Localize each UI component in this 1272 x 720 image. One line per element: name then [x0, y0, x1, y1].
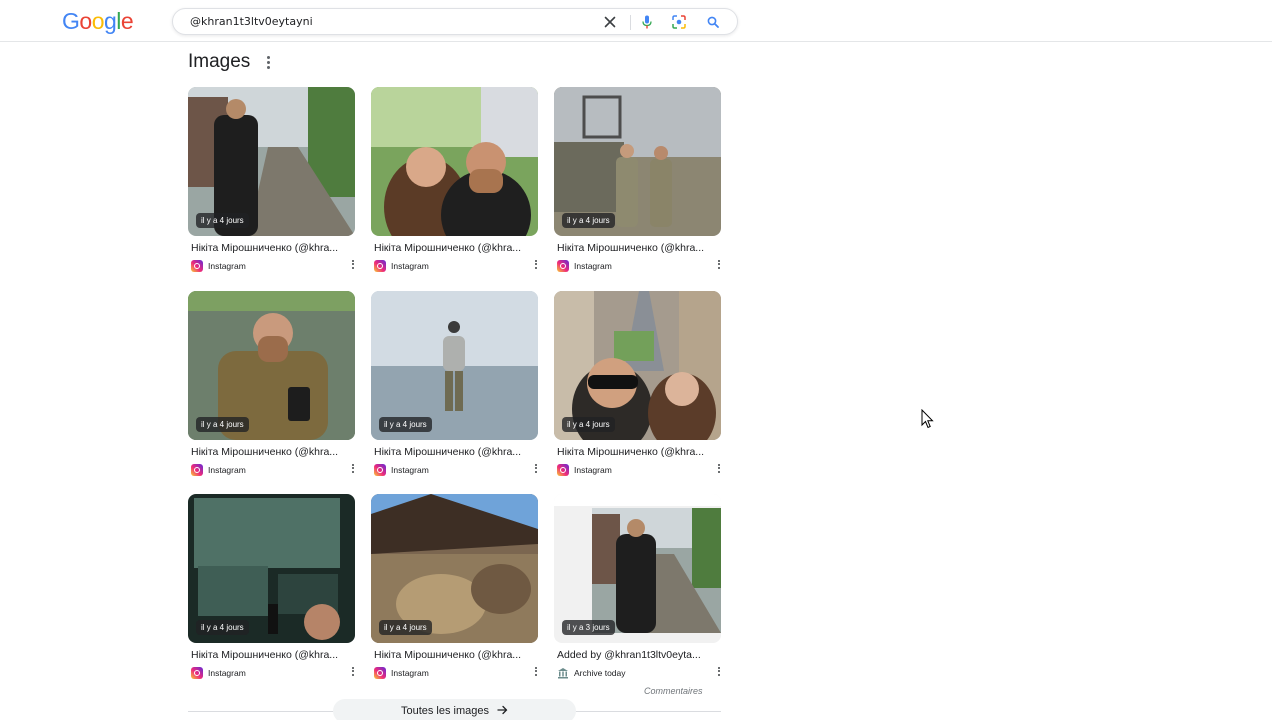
- image-thumbnail[interactable]: il y a 4 jours: [188, 291, 355, 440]
- thumbnail-picture: [371, 87, 538, 236]
- archive-icon: [557, 667, 569, 679]
- image-result[interactable]: il y a 4 jours Нікіта Мірошниченко (@khra…: [188, 87, 355, 272]
- search-icon[interactable]: [704, 13, 722, 31]
- logo-letter: o: [91, 8, 105, 34]
- source-label: Instagram: [574, 260, 612, 271]
- google-logo[interactable]: Google: [62, 8, 134, 35]
- image-title[interactable]: Нікіта Мірошниченко (@khra...: [557, 446, 715, 458]
- logo-letter: e: [120, 8, 134, 34]
- image-source[interactable]: Instagram: [374, 259, 429, 272]
- more-vert-icon[interactable]: [349, 462, 357, 476]
- close-icon[interactable]: [601, 13, 619, 31]
- time-badge: il y a 4 jours: [562, 213, 615, 228]
- instagram-icon: [374, 666, 386, 679]
- source-label: Archive today: [574, 667, 626, 678]
- section-title: Images: [188, 51, 251, 72]
- source-label: Instagram: [391, 667, 429, 678]
- image-result[interactable]: il y a 4 jours Нікіта Мірошниченко (@khra…: [554, 291, 721, 476]
- image-result[interactable]: il y a 3 jours Added by @khran1t3ltv0eyta…: [554, 494, 721, 678]
- time-badge: il y a 4 jours: [196, 213, 249, 228]
- image-source[interactable]: Instagram: [191, 259, 246, 272]
- instagram-icon: [191, 463, 203, 476]
- image-source[interactable]: Instagram: [374, 463, 429, 476]
- more-vert-icon[interactable]: [715, 258, 723, 272]
- image-title[interactable]: Нікіта Мірошниченко (@khra...: [374, 446, 532, 458]
- logo-letter: g: [103, 8, 117, 34]
- image-thumbnail[interactable]: il y a 4 jours: [554, 291, 721, 440]
- image-result[interactable]: Нікіта Мірошниченко (@khra... Instagram: [371, 87, 538, 272]
- source-label: Instagram: [208, 260, 246, 271]
- image-thumbnail[interactable]: il y a 4 jours: [371, 291, 538, 440]
- image-result[interactable]: il y a 4 jours Нікіта Мірошниченко (@khra…: [371, 494, 538, 679]
- image-source[interactable]: Instagram: [374, 666, 429, 679]
- image-source[interactable]: Instagram: [557, 463, 612, 476]
- mouse-cursor-icon: [921, 408, 935, 429]
- source-label: Instagram: [391, 260, 429, 271]
- image-source[interactable]: Instagram: [557, 259, 612, 272]
- image-source[interactable]: Instagram: [191, 666, 246, 679]
- logo-letter: o: [79, 8, 92, 34]
- lens-icon[interactable]: [670, 13, 688, 31]
- time-badge: il y a 3 jours: [562, 620, 615, 635]
- image-title[interactable]: Нікіта Мірошниченко (@khra...: [191, 446, 349, 458]
- image-thumbnail[interactable]: il y a 4 jours: [188, 494, 355, 643]
- image-result[interactable]: il y a 4 jours Нікіта Мірошниченко (@khra…: [371, 291, 538, 476]
- image-result[interactable]: il y a 4 jours Нікіта Мірошниченко (@khra…: [188, 494, 355, 679]
- image-thumbnail[interactable]: il y a 4 jours: [554, 87, 721, 236]
- image-thumbnail[interactable]: [371, 87, 538, 236]
- source-label: Instagram: [391, 464, 429, 475]
- time-badge: il y a 4 jours: [562, 417, 615, 432]
- mic-icon[interactable]: [638, 13, 656, 31]
- arrow-right-icon: [497, 705, 508, 718]
- top-bar: Google @khran1t3ltv0eytayni: [0, 0, 1272, 42]
- source-label: Instagram: [208, 464, 246, 475]
- source-label: Instagram: [574, 464, 612, 475]
- more-vert-icon[interactable]: [349, 665, 357, 679]
- more-vert-icon[interactable]: [349, 258, 357, 272]
- time-badge: il y a 4 jours: [196, 417, 249, 432]
- all-images-button[interactable]: Toutes les images: [333, 699, 576, 720]
- more-vert-icon[interactable]: [532, 665, 540, 679]
- image-title[interactable]: Нікіта Мірошниченко (@khra...: [191, 649, 349, 661]
- more-vert-icon[interactable]: [532, 462, 540, 476]
- instagram-icon: [191, 259, 203, 272]
- image-thumbnail[interactable]: il y a 4 jours: [188, 87, 355, 236]
- all-images-label: Toutes les images: [400, 705, 490, 717]
- search-divider: [630, 15, 631, 30]
- time-badge: il y a 4 jours: [379, 620, 432, 635]
- comments-link[interactable]: Commentaires: [644, 686, 703, 696]
- logo-wordmark: Google: [62, 8, 134, 35]
- more-vert-icon[interactable]: [532, 258, 540, 272]
- instagram-icon: [191, 666, 203, 679]
- instagram-icon: [557, 463, 569, 476]
- more-vert-icon[interactable]: [715, 665, 723, 679]
- image-title[interactable]: Нікіта Мірошниченко (@khra...: [557, 242, 715, 254]
- time-badge: il y a 4 jours: [196, 620, 249, 635]
- source-label: Instagram: [208, 667, 246, 678]
- image-thumbnail[interactable]: il y a 4 jours: [371, 494, 538, 643]
- image-source[interactable]: Archive today: [557, 666, 626, 679]
- search-input[interactable]: @khran1t3ltv0eytayni: [190, 15, 313, 28]
- more-vert-icon[interactable]: [262, 54, 274, 72]
- image-source[interactable]: Instagram: [191, 463, 246, 476]
- image-title[interactable]: Added by @khran1t3ltv0eyta...: [557, 649, 715, 661]
- image-result[interactable]: il y a 4 jours Нікіта Мірошниченко (@khra…: [188, 291, 355, 476]
- image-title[interactable]: Нікіта Мірошниченко (@khra...: [374, 649, 532, 661]
- image-thumbnail[interactable]: il y a 3 jours: [554, 494, 721, 643]
- logo-letter: G: [62, 8, 80, 34]
- instagram-icon: [374, 259, 386, 272]
- more-vert-icon[interactable]: [715, 462, 723, 476]
- time-badge: il y a 4 jours: [379, 417, 432, 432]
- instagram-icon: [557, 259, 569, 272]
- instagram-icon: [374, 463, 386, 476]
- image-title[interactable]: Нікіта Мірошниченко (@khra...: [374, 242, 532, 254]
- image-result[interactable]: il y a 4 jours Нікіта Мірошниченко (@khra…: [554, 87, 721, 272]
- search-box[interactable]: @khran1t3ltv0eytayni: [172, 8, 738, 35]
- image-title[interactable]: Нікіта Мірошниченко (@khra...: [191, 242, 349, 254]
